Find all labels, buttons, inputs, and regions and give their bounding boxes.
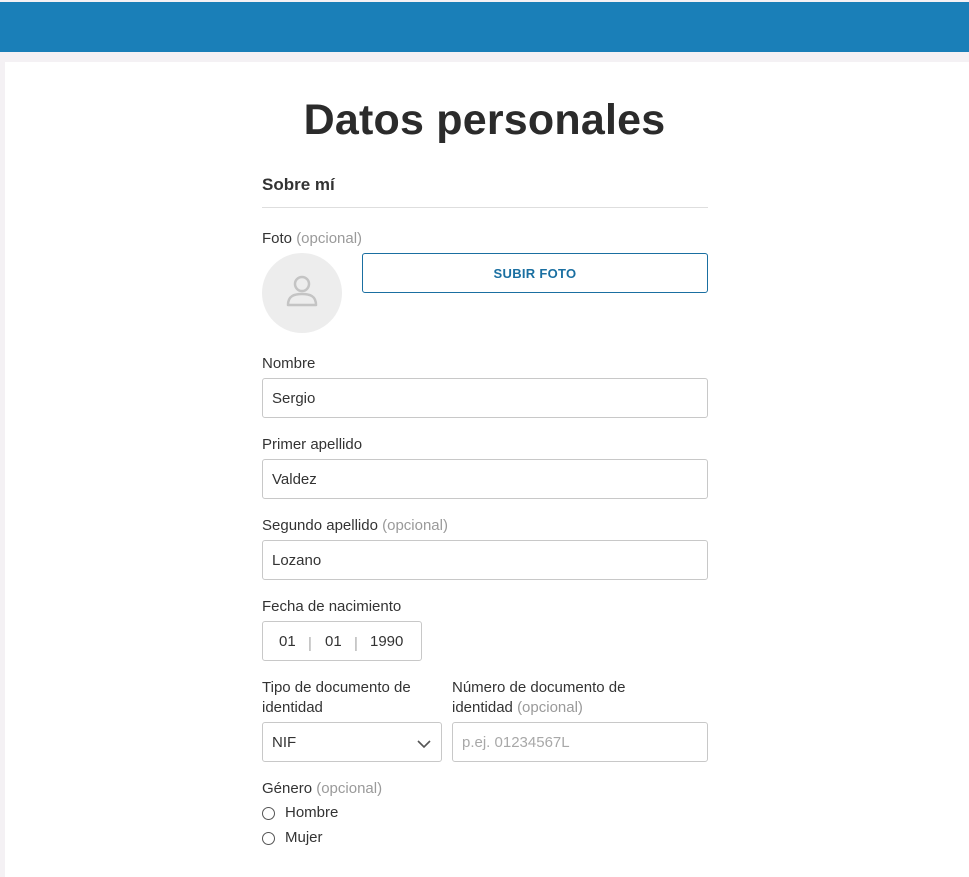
radio-mujer[interactable]	[262, 832, 275, 845]
segundo-apellido-label: Segundo apellido (opcional)	[262, 516, 448, 536]
numero-documento-input[interactable]	[452, 722, 708, 762]
tipo-documento-value: NIF	[272, 734, 297, 751]
segundo-apellido-input[interactable]	[262, 540, 708, 580]
tipo-documento-label-line1: Tipo de documento de	[262, 679, 411, 696]
birthdate-separator: |	[308, 635, 312, 652]
app-header-bar	[0, 2, 969, 52]
radio-mujer-label[interactable]: Mujer	[285, 829, 323, 846]
radio-hombre[interactable]	[262, 807, 275, 820]
segundo-apellido-optional-tag: (opcional)	[382, 517, 448, 534]
section-title: Sobre mí	[262, 175, 335, 194]
birthdate-field[interactable]: 01 | 01 | 1990	[262, 621, 422, 661]
photo-optional-tag: (opcional)	[296, 230, 363, 247]
numero-documento-label-line1: Número de documento de	[452, 679, 626, 696]
numero-documento-label: Número de documento de identidad (opcion…	[452, 678, 625, 718]
primer-apellido-label: Primer apellido	[262, 436, 363, 453]
nombre-input[interactable]	[262, 378, 708, 418]
birthdate-year[interactable]: 1990	[370, 633, 403, 650]
tipo-documento-label: Tipo de documento de identidad	[262, 678, 411, 718]
page-title: Datos personales	[303, 96, 666, 144]
genero-optional-tag: (opcional)	[316, 780, 383, 797]
birthdate-separator: |	[354, 635, 358, 652]
birthdate-month[interactable]: 01	[325, 633, 342, 650]
genero-label: Género (opcional)	[262, 779, 382, 799]
numero-documento-label-line2-wrap: identidad (opcional)	[452, 698, 625, 718]
tipo-documento-label-line2: identidad	[262, 699, 323, 716]
section-divider	[262, 207, 708, 208]
nombre-label: Nombre	[262, 355, 316, 372]
photo-label: Foto (opcional)	[262, 229, 362, 249]
radio-hombre-label[interactable]: Hombre	[285, 804, 338, 821]
numero-documento-optional-tag: (opcional)	[517, 699, 583, 716]
genero-label-text: Género	[262, 780, 313, 797]
upload-photo-button[interactable]: SUBIR FOTO	[362, 253, 708, 293]
user-placeholder-icon	[283, 271, 321, 316]
segundo-apellido-label-text: Segundo apellido	[262, 517, 378, 534]
birthdate-day[interactable]: 01	[279, 633, 296, 650]
tipo-documento-select[interactable]: NIF	[262, 722, 442, 762]
avatar	[262, 253, 342, 333]
fecha-nacimiento-label: Fecha de nacimiento	[262, 598, 402, 615]
primer-apellido-input[interactable]	[262, 459, 708, 499]
chevron-down-icon	[417, 736, 431, 754]
numero-documento-label-line2: identidad	[452, 699, 513, 716]
photo-label-text: Foto	[262, 230, 293, 247]
